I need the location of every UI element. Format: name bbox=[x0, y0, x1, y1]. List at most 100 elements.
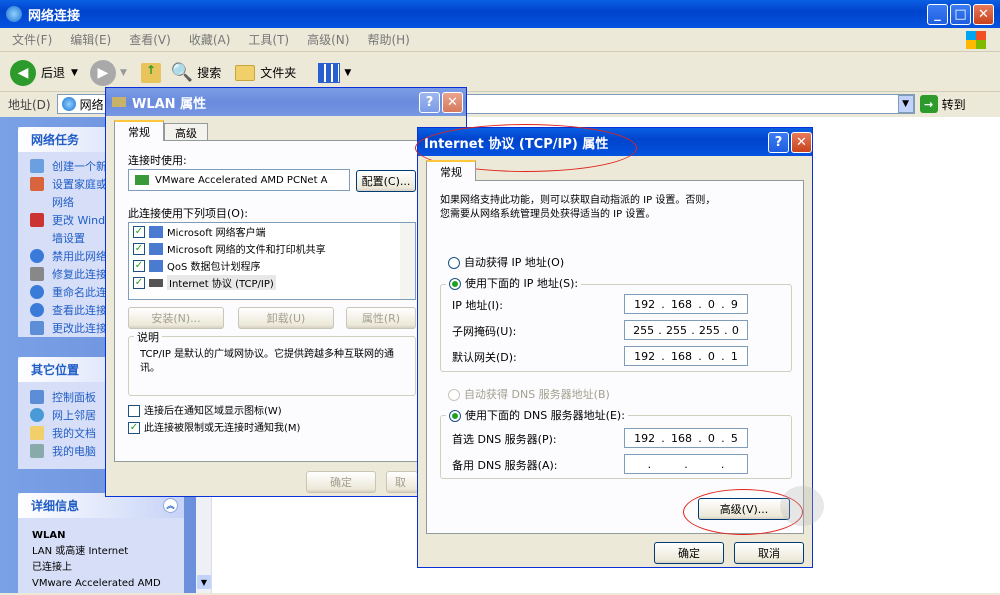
list-item[interactable]: ✓ QoS 数据包计划程序 bbox=[129, 257, 415, 274]
preferred-dns-label: 首选 DNS 服务器(P): bbox=[452, 433, 557, 446]
menu-bar: 文件(F) 编辑(E) 查看(V) 收藏(A) 工具(T) 高级(N) 帮助(H… bbox=[0, 28, 1000, 52]
details-line-status: 已连接上 bbox=[32, 562, 72, 573]
tcpip-ok-button[interactable]: 确定 bbox=[654, 542, 724, 564]
tcpip-close-button[interactable]: ✕ bbox=[791, 132, 812, 153]
maximize-button[interactable]: □ bbox=[950, 4, 971, 25]
show-icon-checkbox[interactable] bbox=[128, 405, 140, 417]
alternate-dns-field[interactable]: ... bbox=[624, 454, 748, 474]
properties-button[interactable]: 属性(R) bbox=[346, 307, 416, 329]
search-label[interactable]: 搜索 bbox=[197, 64, 221, 81]
forward-dropdown-icon[interactable]: ▼ bbox=[120, 68, 127, 78]
configure-button[interactable]: 配置(C)... bbox=[356, 170, 416, 192]
wlan-ok-button[interactable]: 确定 bbox=[306, 471, 376, 493]
preferred-dns-field[interactable]: 192. 168. 0. 5 bbox=[624, 428, 748, 448]
manual-ip-option[interactable]: 使用下面的 IP 地址(S): bbox=[446, 275, 582, 291]
folders-label[interactable]: 文件夹 bbox=[260, 64, 296, 81]
my-computer-icon bbox=[30, 444, 44, 458]
menu-advanced[interactable]: 高级(N) bbox=[307, 31, 349, 48]
up-folder-icon[interactable]: ↑ bbox=[140, 62, 161, 83]
gateway-label: 默认网关(D): bbox=[452, 351, 517, 364]
address-label: 地址(D) bbox=[8, 97, 51, 112]
views-dropdown-icon[interactable]: ▼ bbox=[344, 68, 351, 78]
tab-advanced[interactable]: 高级 bbox=[164, 123, 208, 141]
auto-dns-radio[interactable] bbox=[448, 389, 460, 401]
menu-view[interactable]: 查看(V) bbox=[129, 31, 171, 48]
components-list[interactable]: ✓ Microsoft 网络客户端 ✓ Microsoft 网络的文件和打印机共享 … bbox=[128, 222, 416, 300]
wlan-title: WLAN 属性 bbox=[132, 96, 207, 112]
views-icon[interactable] bbox=[318, 62, 341, 83]
details-line-adapter: VMware Accelerated AMD bbox=[32, 578, 161, 586]
network-places-icon bbox=[30, 408, 44, 422]
list-item-tcpip[interactable]: ✓ Internet 协议 (TCP/IP) bbox=[129, 274, 415, 291]
forward-arrow-icon[interactable]: ▶ bbox=[89, 59, 116, 86]
new-connection-icon bbox=[30, 159, 44, 173]
minimize-button[interactable]: _ bbox=[927, 4, 948, 25]
back-label[interactable]: 后退 bbox=[41, 64, 65, 81]
tab-general[interactable]: 常规 bbox=[114, 120, 164, 141]
go-arrow-icon[interactable]: → bbox=[919, 95, 938, 113]
manual-ip-radio[interactable] bbox=[449, 278, 461, 290]
wlan-cancel-button[interactable]: 取 bbox=[386, 471, 418, 493]
ip-address-field[interactable]: 192. 168. 0. 9 bbox=[624, 294, 748, 314]
menu-help[interactable]: 帮助(H) bbox=[367, 31, 409, 48]
scroll-down-icon[interactable]: ▼ bbox=[197, 575, 211, 589]
item-checkbox[interactable]: ✓ bbox=[133, 276, 145, 289]
menu-favorites[interactable]: 收藏(A) bbox=[189, 31, 231, 48]
connect-using-label: 连接时使用: bbox=[128, 154, 187, 167]
auto-dns-option[interactable]: 自动获得 DNS 服务器地址(B) bbox=[448, 386, 610, 402]
list-item[interactable]: ✓ Microsoft 网络客户端 bbox=[129, 223, 415, 240]
close-button[interactable]: ✕ bbox=[973, 4, 994, 25]
address-dropdown-icon[interactable]: ▼ bbox=[897, 95, 914, 113]
home-network-icon bbox=[30, 177, 44, 191]
item-checkbox[interactable]: ✓ bbox=[133, 259, 145, 272]
wlan-close-button[interactable]: ✕ bbox=[442, 92, 463, 113]
tcpip-help-button[interactable]: ? bbox=[768, 132, 789, 153]
gateway-field[interactable]: 192. 168. 0. 1 bbox=[624, 346, 748, 366]
go-label[interactable]: 转到 bbox=[942, 96, 966, 113]
menu-tools[interactable]: 工具(T) bbox=[248, 31, 289, 48]
auto-ip-option[interactable]: 自动获得 IP 地址(O) bbox=[448, 254, 564, 270]
back-dropdown-icon[interactable]: ▼ bbox=[71, 68, 78, 78]
status-icon bbox=[30, 303, 44, 317]
tcpip-tab-general[interactable]: 常规 bbox=[426, 160, 476, 181]
tcpip-cancel-button[interactable]: 取消 bbox=[734, 542, 804, 564]
adapter-name: VMware Accelerated AMD PCNet A bbox=[155, 174, 328, 186]
manual-dns-radio[interactable] bbox=[449, 410, 461, 422]
intro-text-1: 如果网络支持此功能，则可以获取自动指派的 IP 设置。否则， bbox=[440, 195, 716, 206]
menu-file[interactable]: 文件(F) bbox=[12, 31, 52, 48]
subnet-mask-field[interactable]: 255. 255. 255. 0 bbox=[624, 320, 748, 340]
back-arrow-icon[interactable]: ◀ bbox=[10, 59, 36, 86]
notify-checkbox[interactable]: ✓ bbox=[128, 422, 140, 434]
my-documents-icon bbox=[30, 426, 44, 440]
search-icon[interactable]: 🔍 bbox=[171, 62, 193, 83]
manual-dns-option[interactable]: 使用下面的 DNS 服务器地址(E): bbox=[446, 407, 628, 423]
network-small-icon bbox=[61, 97, 76, 111]
details-line-type: LAN 或高速 Internet bbox=[32, 546, 129, 557]
intro-text-2: 您需要从网络系统管理员处获得适当的 IP 设置。 bbox=[440, 209, 656, 220]
item-checkbox[interactable]: ✓ bbox=[133, 242, 145, 255]
explorer-title: 网络连接 bbox=[28, 8, 81, 24]
list-item[interactable]: ✓ Microsoft 网络的文件和打印机共享 bbox=[129, 240, 415, 257]
wlan-titlebar[interactable]: WLAN 属性 ? ✕ bbox=[106, 88, 466, 116]
firewall-icon bbox=[30, 213, 44, 227]
help-button[interactable]: ? bbox=[419, 92, 440, 113]
uninstall-button[interactable]: 卸载(U) bbox=[238, 307, 334, 329]
adapter-small-icon bbox=[112, 97, 126, 107]
explorer-titlebar[interactable]: 网络连接 _ □ ✕ bbox=[0, 0, 1000, 28]
folder-icon[interactable] bbox=[235, 64, 256, 81]
settings-icon bbox=[30, 321, 44, 335]
advanced-highlight-ellipse bbox=[683, 489, 803, 535]
items-label: 此连接使用下列项目(O): bbox=[128, 207, 248, 220]
menu-edit[interactable]: 编辑(E) bbox=[70, 31, 111, 48]
description-text: TCP/IP 是默认的广域网协议。它提供跨越多种互联网的通讯。 bbox=[140, 349, 395, 374]
network-icon bbox=[6, 6, 22, 22]
collapse-chevron-icon[interactable]: ︽ bbox=[163, 498, 178, 513]
list-scrollbar[interactable] bbox=[400, 223, 415, 299]
address-value: 网络 bbox=[79, 97, 104, 112]
notify-option[interactable]: ✓ 此连接被限制或无连接时通知我(M) bbox=[128, 419, 300, 434]
item-checkbox[interactable]: ✓ bbox=[133, 225, 145, 238]
disable-network-icon bbox=[30, 249, 44, 263]
show-icon-option[interactable]: 连接后在通知区域显示图标(W) bbox=[128, 402, 282, 417]
install-button[interactable]: 安装(N)... bbox=[128, 307, 224, 329]
auto-ip-radio[interactable] bbox=[448, 257, 460, 269]
